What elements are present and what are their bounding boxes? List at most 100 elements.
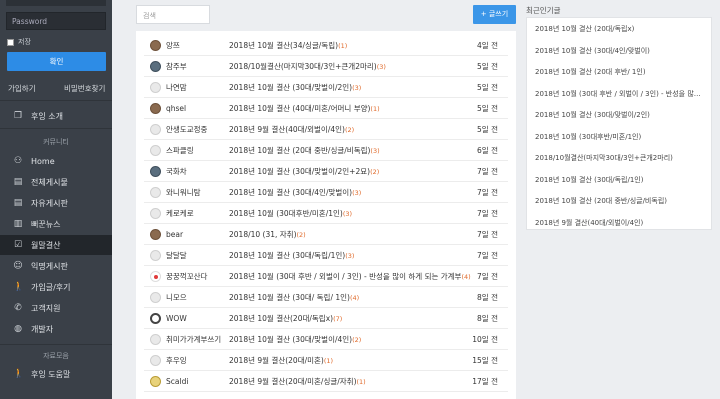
table-row[interactable]: 달달달 2018년 10월 결산 (30대/독립/1인)(3) 7일 전 <box>144 245 508 266</box>
checkbox-box[interactable] <box>7 38 14 46</box>
post-title[interactable]: 2018년 9월 결산(40대/외벌이/4인)(2) <box>229 124 354 135</box>
avatar <box>150 102 161 114</box>
post-author[interactable]: WOW <box>166 314 228 323</box>
post-title[interactable]: 2018년 10월 결산 (40대/미혼/어머니 부양)(1) <box>229 103 380 114</box>
post-title[interactable]: 2018년 10월 결산 (30대/독립/1인)(3) <box>229 250 354 261</box>
recent-popular-item[interactable]: 2018년 10월 결산 (30대/맞벌이/2인) <box>535 110 705 120</box>
post-title[interactable]: 2018년 10월 결산 (30대/맞벌이/2인+2묘)(2) <box>229 166 379 177</box>
table-row[interactable]: 후우잉 2018년 9월 결산(20대/미혼)(1) 15일 전 <box>144 350 508 371</box>
search-input[interactable]: 검색 <box>136 5 210 24</box>
sidebar-item-news[interactable]: ▥ 뻐꾼뉴스 <box>0 214 112 234</box>
post-title[interactable]: 2018년 10월 결산 (30대/4인/맞벌이)(3) <box>229 187 361 198</box>
remember-checkbox[interactable]: 저장 <box>7 37 31 47</box>
sidebar-item-support[interactable]: ✆ 고객지원 <box>0 298 112 318</box>
table-row[interactable]: bear 2018/10 (31, 자취)(2) 7일 전 <box>144 224 508 245</box>
post-title[interactable]: 2018년 9월 결산(20대/미혼)(1) <box>229 355 333 366</box>
recent-popular-item[interactable]: 2018년 10월 결산 (20대 중반/싱글/비독립) <box>535 196 705 206</box>
post-title-text[interactable]: 2018년 9월 결산(20대/미혼/싱글/자취) <box>229 377 357 386</box>
comment-count: (7) <box>333 314 343 323</box>
table-row[interactable]: qhsel 2018년 10월 결산 (40대/미혼/어머니 부양)(1) 5일 전 <box>144 98 508 119</box>
table-row[interactable]: 나연맘 2018년 10월 결산 (30대/맞벌이/2인)(3) 5일 전 <box>144 77 508 98</box>
table-row[interactable]: 안생도교정중 2018년 9월 결산(40대/외벌이/4인)(2) 5일 전 <box>144 119 508 140</box>
post-author[interactable]: 취미가가계부쓰기 <box>166 334 228 345</box>
recent-popular-item[interactable]: 2018년 10월 결산 (30대/4인/맞벌이) <box>535 46 705 56</box>
post-title[interactable]: 2018년 10월 결산 (20대 중반/싱글/비독립)(3) <box>229 145 380 156</box>
recent-popular-item[interactable]: 2018년 10월 결산 (20대 후반/ 1인) <box>535 67 705 77</box>
table-row[interactable]: 니모으 2018년 10월 결산 (30대/ 독립/ 1인)(4) 8일 전 <box>144 287 508 308</box>
post-title-text[interactable]: 2018년 10월 결산 (30대/맞벌이/2인) <box>229 83 352 92</box>
post-author[interactable]: 후우잉 <box>166 355 228 366</box>
post-title[interactable]: 2018/10월결산(마지막30대/3인+큰개2마리)(3) <box>229 61 386 72</box>
post-title-text[interactable]: 2018년 10월 결산 (20대 중반/싱글/비독립) <box>229 146 370 155</box>
post-title-text[interactable]: 2018년 10월 결산 (40대/미혼/어머니 부양) <box>229 104 370 113</box>
password-input[interactable]: Password <box>6 12 106 30</box>
post-title-text[interactable]: 2018년 10월 결산(20대/독립x) <box>229 314 333 323</box>
sidebar-item-all-posts[interactable]: ▤ 전체게시물 <box>0 172 112 192</box>
post-title[interactable]: 2018년 10월 결산(20대/독립x)(7) <box>229 313 342 324</box>
post-author[interactable]: 스파클링 <box>166 145 228 156</box>
post-title[interactable]: 2018년 10월 결산 (30대/ 독립/ 1인)(4) <box>229 292 359 303</box>
post-title[interactable]: 2018년 10월 결산 (30대/맞벌이/4인)(2) <box>229 334 361 345</box>
write-button[interactable]: + 글쓰기 <box>473 5 516 24</box>
recent-popular-item[interactable]: 2018년 9월 결산(40대/외벌이/4인) <box>535 218 705 228</box>
sidebar-item-developer[interactable]: ◍ 개발자 <box>0 319 112 339</box>
recent-popular-item[interactable]: 2018년 10월 결산 (20대/독립x) <box>535 24 705 34</box>
table-row[interactable]: WOW 2018년 10월 결산(20대/독립x)(7) 8일 전 <box>144 308 508 329</box>
post-author[interactable]: bear <box>166 230 228 239</box>
post-title-text[interactable]: 2018년 9월 결산(40대/외벌이/4인) <box>229 125 345 134</box>
table-row[interactable]: 케로케로 2018년 10월 (30대후반/미혼/1인)(3) 7일 전 <box>144 203 508 224</box>
post-author[interactable]: 앙쯔 <box>166 40 228 51</box>
post-author[interactable]: 참주부 <box>166 61 228 72</box>
post-title-text[interactable]: 2018년 10월 결산(34/싱글/독립) <box>229 41 338 50</box>
recent-popular-item[interactable]: 2018년 10월 (30대 후반 / 외벌이 / 3인) - 반성을 많이 하… <box>535 89 705 99</box>
table-row[interactable]: 참주부 2018/10월결산(마지막30대/3인+큰개2마리)(3) 5일 전 <box>144 56 508 77</box>
login-button[interactable]: 확인 <box>7 52 106 71</box>
sidebar-item-free-board[interactable]: ▤ 자유게시판 <box>0 193 112 213</box>
sidebar-item-anonymous[interactable]: ☺ 익명게시판 <box>0 256 112 276</box>
post-author[interactable]: qhsel <box>166 104 228 113</box>
sidebar-item-help[interactable]: 🚶 후잉 도움말 <box>0 364 112 384</box>
post-author[interactable]: 꿍꿍꺽꼬산다 <box>166 271 228 282</box>
post-author[interactable]: 케로케로 <box>166 208 228 219</box>
post-title-text[interactable]: 2018년 10월 결산 (30대/ 독립/ 1인) <box>229 293 350 302</box>
post-title-text[interactable]: 2018년 10월 (30대후반/미혼/1인) <box>229 209 343 218</box>
table-row[interactable]: Scaldi 2018년 9월 결산(20대/미혼/싱글/자취)(1) 17일 전 <box>144 371 508 392</box>
sidebar-item-join-posts[interactable]: 🚶 가입글/후기 <box>0 277 112 297</box>
post-title-text[interactable]: 2018년 9월 결산(20대/미혼) <box>229 356 324 365</box>
recent-popular-item[interactable]: 2018/10월결산(마지막30대/3인+큰개2마리) <box>535 153 705 163</box>
table-row[interactable]: 스파클링 2018년 10월 결산 (20대 중반/싱글/비독립)(3) 6일 전 <box>144 140 508 161</box>
recent-popular-item[interactable]: 2018년 10월 (30대후반/미혼/1인) <box>535 132 705 142</box>
post-title-text[interactable]: 2018년 10월 결산 (30대/맞벌이/2인+2묘) <box>229 167 370 176</box>
post-title[interactable]: 2018년 10월 결산 (30대/맞벌이/2인)(3) <box>229 82 361 93</box>
post-author[interactable]: 달달달 <box>166 250 228 261</box>
post-author[interactable]: 안생도교정중 <box>166 124 228 135</box>
sidebar-item-monthly[interactable]: ☑ 월말결산 <box>0 235 112 255</box>
table-row[interactable]: 앙쯔 2018년 10월 결산(34/싱글/독립)(1) 4일 전 <box>144 35 508 56</box>
post-title[interactable]: 2018년 10월 (30대후반/미혼/1인)(3) <box>229 208 352 219</box>
find-password-link[interactable]: 비밀번호찾기 <box>64 83 105 94</box>
table-row[interactable]: 국화차 2018년 10월 결산 (30대/맞벌이/2인+2묘)(2) 7일 전 <box>144 161 508 182</box>
post-title[interactable]: 2018년 10월 (30대 후반 / 외벌이 / 3인) - 반성을 많이 하… <box>229 271 471 282</box>
post-title-text[interactable]: 2018년 10월 (30대 후반 / 외벌이 / 3인) - 반성을 많이 하… <box>229 272 461 281</box>
post-title-text[interactable]: 2018년 10월 결산 (30대/4인/맞벌이) <box>229 188 352 197</box>
post-author[interactable]: 니모으 <box>166 292 228 303</box>
table-row[interactable]: 취미가가계부쓰기 2018년 10월 결산 (30대/맞벌이/4인)(2) 10일 … <box>144 329 508 350</box>
table-row[interactable]: 와니워니탐 2018년 10월 결산 (30대/4인/맞벌이)(3) 7일 전 <box>144 182 508 203</box>
post-author[interactable]: 나연맘 <box>166 82 228 93</box>
post-title[interactable]: 2018/10 (31, 자취)(2) <box>229 229 306 240</box>
join-link[interactable]: 가입하기 <box>8 83 36 94</box>
post-author[interactable]: Scaldi <box>166 377 228 386</box>
post-title[interactable]: 2018년 10월 결산(34/싱글/독립)(1) <box>229 40 347 51</box>
post-title-text[interactable]: 2018년 10월 결산 (30대/맞벌이/4인) <box>229 335 352 344</box>
post-title-text[interactable]: 2018/10 (31, 자취) <box>229 230 297 239</box>
post-author[interactable]: 와니워니탐 <box>166 187 228 198</box>
post-title-text[interactable]: 2018년 10월 결산 (30대/독립/1인) <box>229 251 345 260</box>
comment-count: (2) <box>296 230 306 239</box>
post-title[interactable]: 2018년 9월 결산(20대/미혼/싱글/자취)(1) <box>229 376 366 387</box>
table-row[interactable]: 꿍꿍꺽꼬산다 2018년 10월 (30대 후반 / 외벌이 / 3인) - 반성… <box>144 266 508 287</box>
recent-popular-item[interactable]: 2018년 10월 결산 (30대/독립/1인) <box>535 175 705 185</box>
sidebar-item-home[interactable]: ⚇ Home <box>0 151 112 171</box>
sidebar-item-intro[interactable]: ❐ 후잉 소개 <box>0 106 112 126</box>
post-title-text[interactable]: 2018/10월결산(마지막30대/3인+큰개2마리) <box>229 62 377 71</box>
post-author[interactable]: 국화차 <box>166 166 228 177</box>
